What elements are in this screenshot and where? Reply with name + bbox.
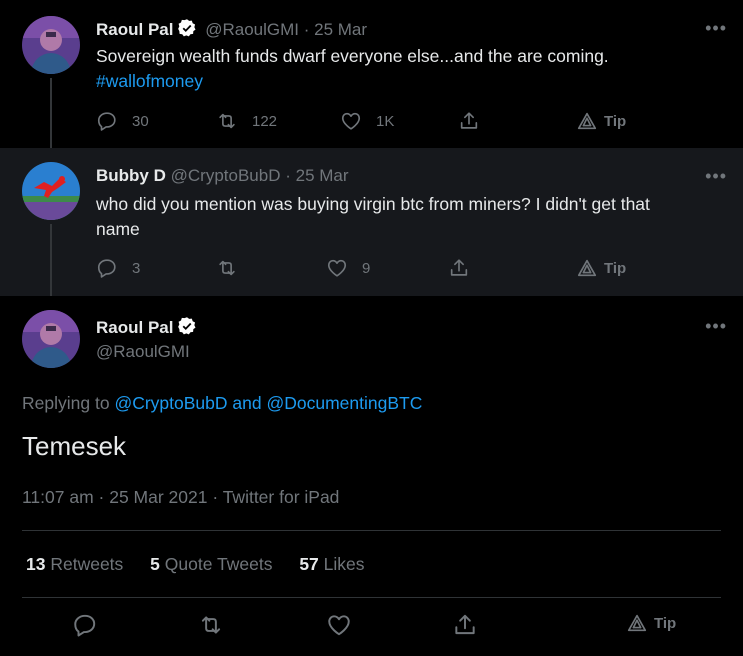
reply-mention-link[interactable]: @DocumentingBTC [266,393,422,413]
tip-label: Tip [604,259,627,277]
like-button[interactable] [326,612,352,638]
reply-icon [97,259,116,278]
tip-icon [627,614,647,632]
reply-count: 30 [132,112,149,130]
main-tweet: Raoul Pal @RaoulGMI ••• Replying to @Cry… [0,296,743,656]
verified-badge-icon [177,18,197,43]
separator: · [285,166,291,185]
tweet-header: Bubby D @CryptoBubD · 25 Mar [96,166,349,186]
stat-label: Retweets [50,554,124,574]
verified-badge-icon [177,316,197,341]
tweet-bubby[interactable]: Bubby D @CryptoBubD · 25 Mar ••• who did… [0,148,743,296]
like-count: 9 [362,259,371,277]
heart-icon [327,259,347,277]
main-tweet-text: Temesek [22,431,127,461]
replying-to: Replying to @CryptoBubD and @Documenting… [22,393,422,414]
author-handle[interactable]: @RaoulGMI [96,342,190,362]
more-options-icon[interactable]: ••• [705,18,727,39]
author-name[interactable]: Bubby D [96,166,166,185]
thread-line [50,78,52,148]
reply-button[interactable]: 30 [96,110,149,132]
author-name[interactable]: Raoul Pal [96,20,173,39]
avatar[interactable] [22,310,80,368]
stat-label: Likes [323,554,365,574]
tweet-text: Sovereign wealth funds dwarf everyone el… [96,44,706,94]
avatar[interactable] [22,162,80,220]
tweet-stats: 13 Retweets 5 Quote Tweets 57 Likes [26,554,365,575]
main-tweet-actions: Tip [0,612,743,642]
tweet-date[interactable]: 25 Mar [314,20,367,39]
stat-label: Quote Tweets [164,554,273,574]
stat-count: 5 [150,554,160,574]
author-handle[interactable]: @RaoulGMI [205,20,299,39]
tweet-date[interactable]: 25 Mar [296,166,349,185]
like-count: 1K [376,112,395,130]
tip-button[interactable]: Tip [626,612,676,634]
tip-button[interactable]: Tip [576,257,626,279]
author-name-row: Raoul Pal [96,316,200,341]
avatar[interactable] [22,16,80,74]
thread-line [50,224,52,296]
like-button[interactable]: 9 [326,257,370,279]
separator: · [303,20,310,39]
retweet-button[interactable] [216,257,238,279]
tip-icon [577,112,597,130]
retweet-button[interactable] [198,612,224,638]
divider [22,597,721,598]
tip-icon [577,259,597,277]
reply-button[interactable]: 3 [96,257,140,279]
likes-stat[interactable]: 57 Likes [299,554,364,574]
retweet-icon [219,113,235,129]
tip-button[interactable]: Tip [576,110,626,132]
share-button[interactable] [452,612,478,638]
tweet-actions: 30 122 1K Tip [96,110,656,136]
heart-icon [341,112,361,130]
divider [22,530,721,531]
reply-button[interactable] [72,612,98,638]
stat-count: 13 [26,554,46,574]
tweet-header: Raoul Pal @RaoulGMI · 25 Mar [96,18,367,43]
reply-mention-link[interactable]: @CryptoBubD [114,393,227,413]
tip-label: Tip [654,614,677,632]
tweet-text: who did you mention was buying virgin bt… [96,194,650,239]
share-icon [455,614,475,635]
hashtag-link[interactable]: #wallofmoney [96,71,203,91]
retweet-icon [219,260,235,276]
tip-label: Tip [604,112,627,130]
reply-icon [97,112,116,131]
like-button[interactable]: 1K [340,110,394,132]
heart-icon [328,615,350,636]
share-button[interactable] [448,257,470,279]
share-button[interactable] [458,110,480,132]
retweet-icon [201,616,221,634]
share-icon [450,259,468,276]
author-name[interactable]: Raoul Pal [96,318,173,337]
replying-prefix: Replying to [22,393,110,413]
reply-and[interactable]: and [232,393,261,413]
quote-tweets-stat[interactable]: 5 Quote Tweets [150,554,272,574]
tweet-text-content: Sovereign wealth funds dwarf everyone el… [96,46,609,66]
share-icon [460,112,478,129]
reply-icon [74,614,96,637]
retweet-count: 122 [252,112,278,130]
tweet-actions: 3 9 Tip [96,257,656,283]
tweet-raoul-1[interactable]: Raoul Pal @RaoulGMI · 25 Mar ••• Soverei… [0,0,743,148]
author-handle[interactable]: @CryptoBubD [171,166,281,185]
more-options-icon[interactable]: ••• [705,316,727,337]
retweets-stat[interactable]: 13 Retweets [26,554,123,574]
more-options-icon[interactable]: ••• [705,166,727,187]
tweet-timestamp[interactable]: 11:07 am · 25 Mar 2021 · Twitter for iPa… [22,487,339,508]
stat-count: 57 [299,554,319,574]
reply-count: 3 [132,259,141,277]
retweet-button[interactable]: 122 [216,110,277,132]
